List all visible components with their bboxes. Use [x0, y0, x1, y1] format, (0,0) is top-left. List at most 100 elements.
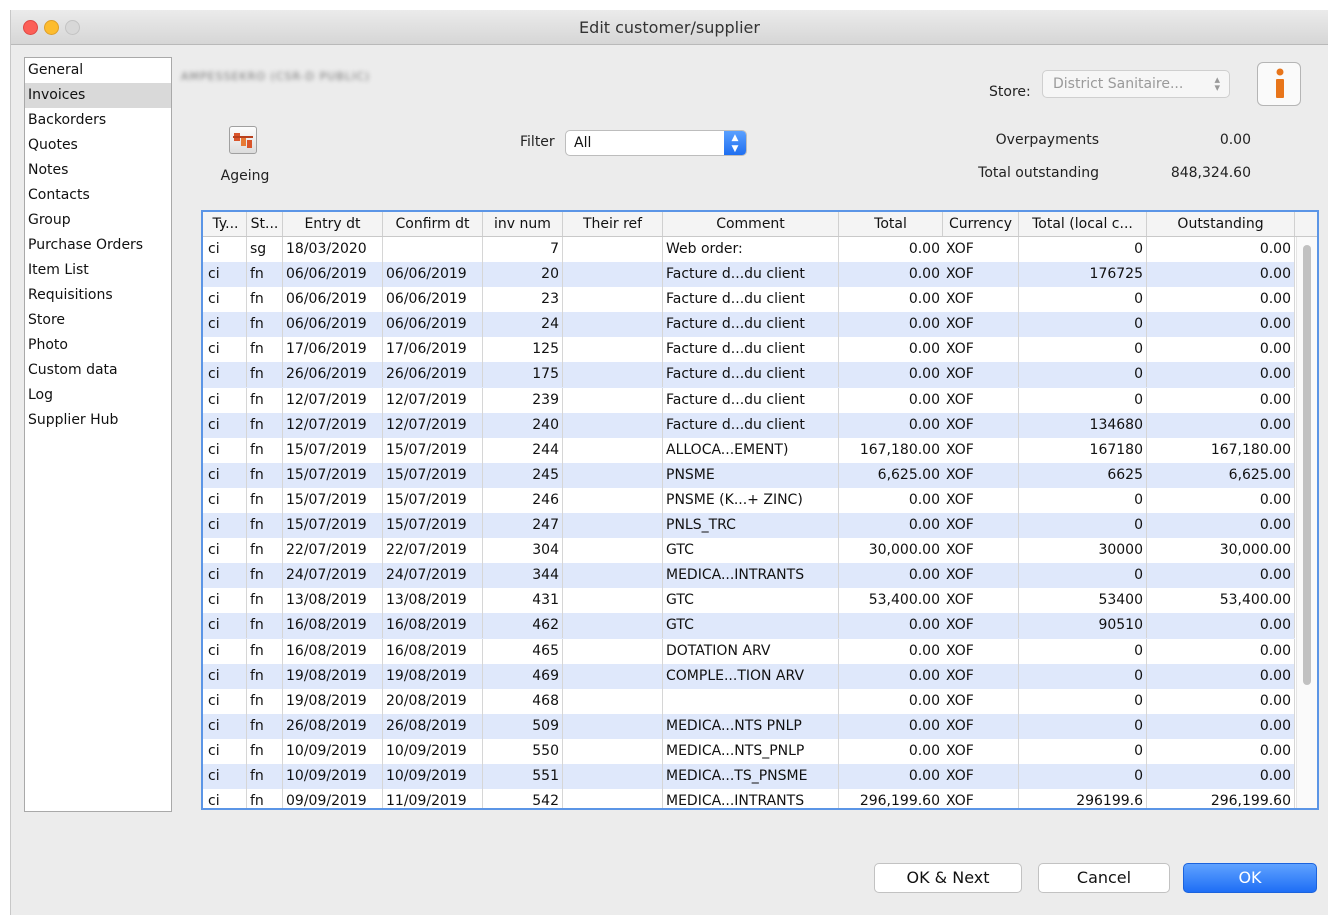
cell-currency: XOF — [943, 513, 1019, 539]
table-row[interactable]: ci fn 06/06/2019 06/06/2019 20 Facture d...du… — [203, 262, 1295, 288]
table-row[interactable]: ci fn 15/07/2019 15/07/2019 245 PNSME 6,625.00… — [203, 462, 1295, 488]
sidebar-item-group[interactable]: Group — [25, 208, 171, 233]
cell-type: ci — [205, 789, 247, 808]
column-header-invoice-number[interactable]: inv num — [483, 212, 563, 236]
sidebar-item-invoices[interactable]: Invoices — [25, 83, 171, 108]
table-row[interactable]: ci fn 26/08/2019 26/08/2019 509 MEDICA...NTS … — [203, 713, 1295, 739]
column-header-currency[interactable]: Currency — [943, 212, 1019, 236]
table-row[interactable]: ci fn 12/07/2019 12/07/2019 239 Facture d...d… — [203, 387, 1295, 413]
sidebar-item-log[interactable]: Log — [25, 383, 171, 408]
cell-invoice-number: 125 — [483, 337, 563, 363]
table-row[interactable]: ci fn 15/07/2019 15/07/2019 247 PNLS_TRC 0.00 X… — [203, 513, 1295, 539]
cell-total-local: 30000 — [1019, 538, 1147, 564]
cell-comment: MEDICA...INTRANTS — [663, 789, 839, 808]
table-row[interactable]: ci fn 26/06/2019 26/06/2019 175 Facture d...d… — [203, 362, 1295, 388]
sidebar-item-notes[interactable]: Notes — [25, 158, 171, 183]
store-select[interactable]: District Sanitaire... ▴ ▾ — [1042, 70, 1230, 98]
table-row[interactable]: ci fn 17/06/2019 17/06/2019 125 Facture d...d… — [203, 337, 1295, 363]
cancel-button[interactable]: Cancel — [1038, 863, 1170, 893]
cell-confirm-date: 17/06/2019 — [383, 337, 483, 363]
cell-comment: GTC — [663, 588, 839, 614]
column-header-comment[interactable]: Comment — [663, 212, 839, 236]
cell-invoice-number: 247 — [483, 513, 563, 539]
table-row[interactable]: ci fn 06/06/2019 06/06/2019 24 Facture d...du… — [203, 312, 1295, 338]
cell-type: ci — [205, 538, 247, 564]
cell-comment: Facture d...du client — [663, 362, 839, 388]
table-row[interactable]: ci fn 12/07/2019 12/07/2019 240 Facture d...d… — [203, 412, 1295, 438]
sidebar-item-item-list[interactable]: Item List — [25, 258, 171, 283]
cell-their-ref — [563, 387, 663, 413]
cell-their-ref — [563, 789, 663, 808]
sidebar-item-photo[interactable]: Photo — [25, 333, 171, 358]
cell-their-ref — [563, 563, 663, 589]
cell-invoice-number: 246 — [483, 487, 563, 513]
table-row[interactable]: ci fn 19/08/2019 20/08/2019 468 0.00 XOF 0 0.00 — [203, 688, 1295, 714]
sidebar-item-custom-data[interactable]: Custom data — [25, 358, 171, 383]
window-title: Edit customer/supplier — [579, 18, 760, 37]
column-header-status[interactable]: St... — [247, 212, 283, 236]
table-row[interactable]: ci fn 24/07/2019 24/07/2019 344 MEDICA...INTR… — [203, 563, 1295, 589]
info-button[interactable] — [1257, 62, 1301, 106]
column-header-total[interactable]: Total — [839, 212, 943, 236]
table-row[interactable]: ci fn 10/09/2019 10/09/2019 551 MEDICA...TS_P… — [203, 763, 1295, 790]
sidebar-item-general[interactable]: General — [25, 58, 171, 83]
table-row[interactable]: ci fn 10/09/2019 10/09/2019 550 MEDICA...NTS_… — [203, 738, 1295, 764]
sidebar-item-purchase-orders[interactable]: Purchase Orders — [25, 233, 171, 258]
cell-confirm-date: 12/07/2019 — [383, 412, 483, 438]
cell-total: 0.00 — [908, 567, 940, 584]
sidebar-item-supplier-hub[interactable]: Supplier Hub — [25, 408, 171, 433]
table-row[interactable]: ci fn 09/09/2019 11/09/2019 542 MEDICA...INTR… — [203, 789, 1295, 808]
cell-comment: Facture d...du client — [663, 287, 839, 313]
cell-their-ref — [563, 487, 663, 513]
table-row[interactable]: ci fn 15/07/2019 15/07/2019 246 PNSME (K...+ … — [203, 487, 1295, 513]
table-row[interactable]: ci fn 16/08/2019 16/08/2019 465 DOTATION ARV 0… — [203, 638, 1295, 664]
cell-confirm-date: 16/08/2019 — [383, 613, 483, 639]
table-row[interactable]: ci fn 19/08/2019 19/08/2019 469 COMPLE...TION… — [203, 663, 1295, 689]
cell-comment — [663, 688, 839, 714]
column-header-entry-date[interactable]: Entry dt — [283, 212, 383, 236]
ageing-chart-icon — [229, 126, 257, 154]
table-row[interactable]: ci fn 16/08/2019 16/08/2019 462 GTC 0.00 XOF 905… — [203, 613, 1295, 639]
cell-confirm-date: 15/07/2019 — [383, 462, 483, 488]
ok-button[interactable]: OK — [1183, 863, 1317, 893]
table-row[interactable]: ci fn 06/06/2019 06/06/2019 23 Facture d...du… — [203, 287, 1295, 313]
column-header-type[interactable]: Ty... — [205, 212, 247, 236]
column-header-their-ref[interactable]: Their ref — [563, 212, 663, 236]
cell-their-ref — [563, 237, 663, 262]
cell-total: 0.00 — [908, 642, 940, 659]
cell-total: 0.00 — [908, 416, 940, 433]
ok-next-button[interactable]: OK & Next — [874, 863, 1022, 893]
filter-select[interactable]: All ▲ ▼ — [565, 130, 747, 156]
sidebar-item-contacts[interactable]: Contacts — [25, 183, 171, 208]
cell-entry-date: 09/09/2019 — [283, 789, 383, 808]
table-row[interactable]: ci fn 22/07/2019 22/07/2019 304 GTC 30,000.00 X… — [203, 538, 1295, 564]
cell-currency: XOF — [943, 462, 1019, 488]
cell-their-ref — [563, 688, 663, 714]
cell-currency: XOF — [943, 789, 1019, 808]
table-row[interactable]: ci fn 13/08/2019 13/08/2019 431 GTC 53,400.00 X… — [203, 588, 1295, 614]
column-header-total-local[interactable]: Total (local c... — [1019, 212, 1147, 236]
cell-entry-date: 13/08/2019 — [283, 588, 383, 614]
cell-total-local: 90510 — [1019, 613, 1147, 639]
sidebar-item-store[interactable]: Store — [25, 308, 171, 333]
cell-entry-date: 18/03/2020 — [283, 237, 383, 262]
cell-their-ref — [563, 763, 663, 789]
outstanding-label: Total outstanding — [978, 165, 1099, 181]
cell-comment: COMPLE...TION ARV — [663, 663, 839, 689]
sidebar-item-backorders[interactable]: Backorders — [25, 108, 171, 133]
column-header-confirm-date[interactable]: Confirm dt — [383, 212, 483, 236]
cell-their-ref — [563, 312, 663, 338]
cell-confirm-date: 10/09/2019 — [383, 738, 483, 764]
table-row[interactable]: ci sg 18/03/2020 7 Web order: 0.00 XOF 0 0.00 — [203, 237, 1295, 262]
cell-entry-date: 26/06/2019 — [283, 362, 383, 388]
cell-invoice-number: 304 — [483, 538, 563, 564]
vertical-scrollbar[interactable] — [1296, 237, 1317, 808]
table-row[interactable]: ci fn 15/07/2019 15/07/2019 244 ALLOCA...EMEN… — [203, 437, 1295, 463]
sidebar-item-quotes[interactable]: Quotes — [25, 133, 171, 158]
ageing-button[interactable]: Ageing — [214, 126, 274, 188]
sidebar-item-requisitions[interactable]: Requisitions — [25, 283, 171, 308]
cell-entry-date: 26/08/2019 — [283, 713, 383, 739]
column-header-outstanding[interactable]: Outstanding — [1147, 212, 1295, 236]
scrollbar-thumb[interactable] — [1303, 245, 1311, 685]
cell-confirm-date: 19/08/2019 — [383, 663, 483, 689]
